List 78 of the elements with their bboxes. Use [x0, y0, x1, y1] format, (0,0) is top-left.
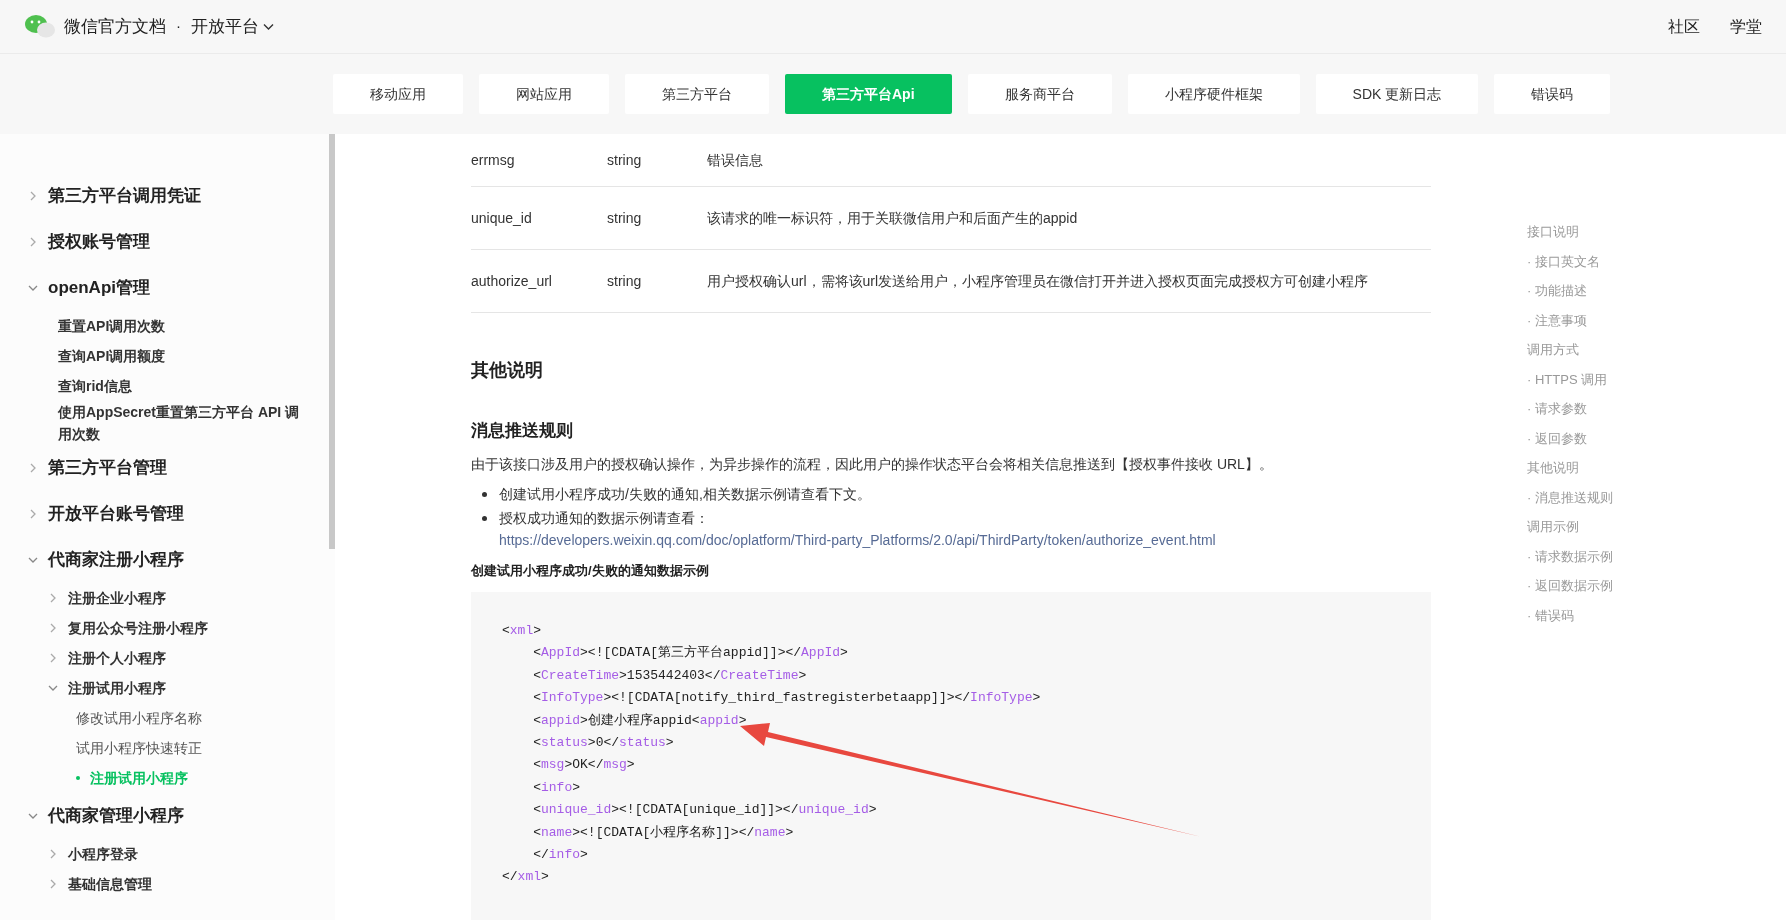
- table-cell-text: string: [607, 271, 643, 291]
- sidebar-item[interactable]: 代商家注册小程序: [0, 537, 329, 583]
- code-line: </info>: [532, 846, 588, 865]
- sidebar-item[interactable]: 修改试用小程序名称: [0, 703, 329, 733]
- table-cell-text: 错误信息: [707, 150, 763, 170]
- nav-tab[interactable]: SDK 更新日志: [1315, 74, 1479, 114]
- code-line: <status>0</status>: [532, 734, 674, 753]
- nav-tab[interactable]: 小程序硬件框架: [1127, 74, 1300, 114]
- sidebar-item[interactable]: 代商家管理小程序: [0, 793, 329, 839]
- list-item-text: 授权成功通知的数据示例请查看：: [499, 508, 710, 528]
- table-cell-text: unique_id: [471, 208, 533, 228]
- code-line: </xml>: [502, 868, 549, 887]
- chevron-right-icon: [48, 849, 58, 859]
- nav-tab[interactable]: 服务商平台: [967, 74, 1112, 114]
- subsection-heading: 消息推送规则: [471, 420, 574, 442]
- bullet-icon: [482, 491, 487, 497]
- chevron-right-icon: [48, 879, 58, 889]
- chevron-down-icon: [28, 555, 38, 565]
- table-cell-text: string: [607, 208, 643, 228]
- code-line: <xml>: [502, 622, 542, 640]
- sidebar-item[interactable]: 注册试用小程序: [0, 673, 329, 703]
- site-title[interactable]: 微信官方文档: [64, 13, 166, 40]
- nav-tab[interactable]: 第三方平台: [625, 74, 769, 114]
- table-cell-text: errmsg: [471, 150, 516, 170]
- code-line: <msg>OK</msg>: [532, 756, 635, 775]
- section-heading: 其他说明: [471, 359, 544, 382]
- sidebar-item[interactable]: openApi管理: [0, 265, 329, 311]
- table-cell-text: 用户授权确认url，需将该url发送给用户，小程序管理员在微信打开并进入授权页面完成授权方可创建小程序: [707, 271, 1369, 291]
- sidebar-item[interactable]: 授权账号管理: [0, 219, 329, 265]
- example-heading: 创建试用小程序成功/失败的通知数据示例: [471, 561, 710, 580]
- sidebar-item[interactable]: 查询rid信息: [0, 371, 329, 401]
- code-line: <appid>创建小程序appid<appid>: [532, 711, 747, 730]
- bullet-icon: [76, 776, 80, 780]
- chevron-down-icon: [263, 22, 274, 31]
- table-cell-text: authorize_url: [471, 271, 553, 291]
- chevron-right-icon: [28, 191, 38, 201]
- bullet-icon: [482, 515, 487, 521]
- chevron-right-icon: [48, 593, 58, 603]
- code-line: <CreateTime>1535442403</CreateTime>: [532, 666, 807, 685]
- code-line: <InfoType><![CDATA[notify_third_fastregisterbetaapp]]></InfoType>: [532, 689, 1041, 708]
- sidebar-item[interactable]: 注册企业小程序: [0, 583, 329, 613]
- chevron-right-icon: [48, 623, 58, 633]
- scrollbar-thumb[interactable]: [329, 134, 335, 549]
- chevron-right-icon: [28, 509, 38, 519]
- code-line: <unique_id><![CDATA[unique_id]]></unique_id>: [532, 801, 877, 820]
- table-cell-text: string: [607, 150, 643, 170]
- nav-tab[interactable]: 移动应用: [333, 74, 463, 114]
- nav-tab[interactable]: 错误码: [1494, 74, 1611, 114]
- sidebar-item[interactable]: 注册个人小程序: [0, 643, 329, 673]
- list-item-text: 创建试用小程序成功/失败的通知,相关数据示例请查看下文。: [499, 484, 872, 504]
- sidebar-item[interactable]: 基础信息管理: [0, 869, 329, 899]
- table-cell-text: 该请求的唯一标识符，用于关联微信用户和后面产生的appid: [707, 208, 1078, 228]
- chevron-right-icon: [48, 653, 58, 663]
- separator-dot: ·: [176, 16, 181, 37]
- nav-tab[interactable]: 网站应用: [479, 74, 609, 114]
- sidebar-item[interactable]: 查询API调用额度: [0, 341, 329, 371]
- code-line: <name><![CDATA[小程序名称]]></name>: [532, 823, 794, 842]
- code-line: <AppId><![CDATA[第三方平台appid]]></AppId>: [532, 644, 848, 663]
- chevron-down-icon: [28, 283, 38, 293]
- sidebar-item[interactable]: 开放平台账号管理: [0, 491, 329, 537]
- paragraph: 由于该接口涉及用户的授权确认操作，为异步操作的流程，因此用户的操作状态平台会将相关信息推送到【授权事件接收 URL】。: [471, 454, 1274, 474]
- nav-link[interactable]: 学堂: [1730, 14, 1762, 39]
- code-line: <info>: [532, 778, 581, 797]
- sidebar-item[interactable]: 小程序登录: [0, 839, 329, 869]
- sidebar-item[interactable]: 复用公众号注册小程序: [0, 613, 329, 643]
- sidebar-item[interactable]: 试用小程序快速转正: [0, 733, 329, 763]
- sidebar-item[interactable]: 第三方平台调用凭证: [0, 173, 329, 219]
- nav-link[interactable]: 社区: [1668, 14, 1700, 39]
- doc-link[interactable]: https://developers.weixin.qq.com/doc/oplatform/Third-party_Platforms/2.0/api/ThirdParty/token/authorize_event.html: [499, 528, 1259, 551]
- chevron-down-icon: [48, 683, 58, 693]
- chevron-down-icon: [28, 811, 38, 821]
- section-dropdown[interactable]: 开放平台: [191, 13, 274, 40]
- chat-bubbles-logo-icon: [24, 13, 56, 40]
- chevron-right-icon: [28, 237, 38, 247]
- sidebar-item[interactable]: 使用AppSecret重置第三方平台 API 调用次数: [0, 401, 329, 445]
- sidebar-item[interactable]: 重置API调用次数: [0, 311, 329, 341]
- sidebar-item[interactable]: 第三方平台管理: [0, 445, 329, 491]
- chevron-right-icon: [28, 463, 38, 473]
